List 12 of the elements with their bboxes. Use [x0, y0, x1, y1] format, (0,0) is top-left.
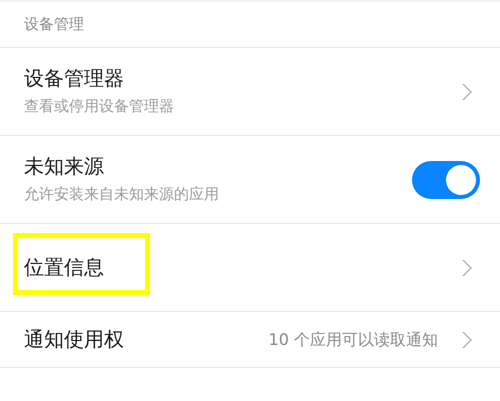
toggle-switch[interactable] [412, 160, 480, 198]
section-header: 设备管理 [24, 14, 84, 36]
setting-value: 10 个应用可以读取通知 [268, 328, 438, 350]
setting-title: 通知使用权 [24, 327, 124, 352]
chevron-right-icon [462, 258, 472, 276]
setting-title: 未知来源 [24, 154, 104, 179]
setting-title: 设备管理器 [24, 66, 124, 91]
setting-subtitle: 允许安装来自未知来源的应用 [24, 184, 220, 205]
setting-subtitle: 查看或停用设备管理器 [24, 96, 175, 117]
chevron-right-icon [462, 330, 472, 348]
setting-title: 位置信息 [24, 255, 104, 280]
chevron-right-icon [462, 82, 472, 100]
